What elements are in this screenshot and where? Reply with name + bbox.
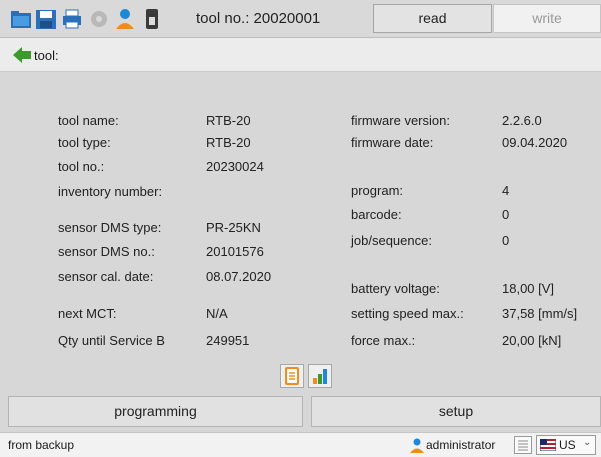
breadcrumb: tool: [0, 38, 601, 72]
inventory-number-label: inventory number: [58, 184, 163, 199]
barcode-value: 0 [502, 207, 510, 222]
toolbar: tool no.: 20020001 read write [0, 0, 601, 38]
firmware-version-value: 2.2.6.0 [502, 113, 542, 128]
statistics-button[interactable] [308, 364, 332, 388]
force-max-label: force max.: [351, 333, 416, 348]
tool-number-label: tool no.: 20020001 [196, 10, 321, 27]
print-icon[interactable] [61, 7, 83, 31]
firmware-date-value: 09.04.2020 [502, 135, 568, 150]
program-label: program: [351, 183, 404, 198]
sensor-cal-date-value: 08.07.2020 [206, 269, 272, 284]
battery-voltage-label: battery voltage: [351, 281, 440, 296]
user-name: administrator [426, 438, 496, 452]
language-label: US [559, 438, 576, 452]
job-sequence-label: job/sequence: [351, 233, 432, 248]
usb-device-icon[interactable] [141, 7, 163, 31]
settings-gear-icon[interactable] [88, 7, 110, 31]
battery-voltage-value: 18,00 [V] [502, 281, 555, 296]
read-button[interactable]: read [373, 4, 492, 33]
sensor-dms-no-value: 20101576 [206, 244, 264, 259]
tool-name-label: tool name: [58, 113, 119, 128]
sensor-dms-no-label: sensor DMS no.: [58, 244, 155, 259]
setting-speed-max-value: 37,58 [mm/s] [502, 306, 578, 321]
tool-no-label: tool no.: [58, 159, 105, 174]
qty-until-service-label: Qty until Service B [58, 333, 165, 348]
bar-chart-icon [313, 369, 327, 384]
report-list-button[interactable] [280, 364, 304, 388]
setting-speed-max-label: setting speed max.: [351, 306, 464, 321]
tool-no-value: 20230024 [206, 159, 264, 174]
next-mct-label: next MCT: [58, 306, 117, 321]
tool-name-value: RTB-20 [206, 113, 251, 128]
qty-until-service-value: 249951 [206, 333, 250, 348]
firmware-version-label: firmware version: [351, 113, 450, 128]
programming-button[interactable]: programming [8, 396, 303, 427]
write-button[interactable]: write [493, 4, 601, 33]
firmware-date-label: firmware date: [351, 135, 434, 150]
user-icon [409, 437, 425, 453]
folder-open-icon[interactable] [10, 7, 32, 31]
breadcrumb-label: tool: [34, 48, 59, 63]
setup-button[interactable]: setup [311, 396, 601, 427]
program-value: 4 [502, 183, 510, 198]
back-arrow-icon[interactable] [12, 45, 32, 65]
checklist-icon [285, 367, 299, 385]
save-icon[interactable] [35, 7, 57, 31]
tool-type-label: tool type: [58, 135, 111, 150]
status-bar: from backup administrator US ⌄ [0, 432, 601, 457]
force-max-value: 20,00 [kN] [502, 333, 562, 348]
job-sequence-value: 0 [502, 233, 510, 248]
tool-type-value: RTB-20 [206, 135, 251, 150]
sensor-cal-date-label: sensor cal. date: [58, 269, 154, 284]
tool-info-panel: tool name: RTB-20 tool type: RTB-20 tool… [0, 72, 601, 395]
barcode-label: barcode: [351, 207, 402, 222]
notes-icon[interactable] [514, 436, 532, 454]
sensor-dms-type-label: sensor DMS type: [58, 220, 162, 235]
us-flag-icon [539, 438, 557, 452]
sensor-dms-type-value: PR-25KN [206, 220, 261, 235]
next-mct-value: N/A [206, 306, 228, 321]
chevron-down-icon: ⌄ [583, 437, 592, 448]
user-icon[interactable] [114, 7, 136, 31]
status-text: from backup [8, 438, 75, 452]
language-select[interactable]: US ⌄ [536, 435, 596, 455]
